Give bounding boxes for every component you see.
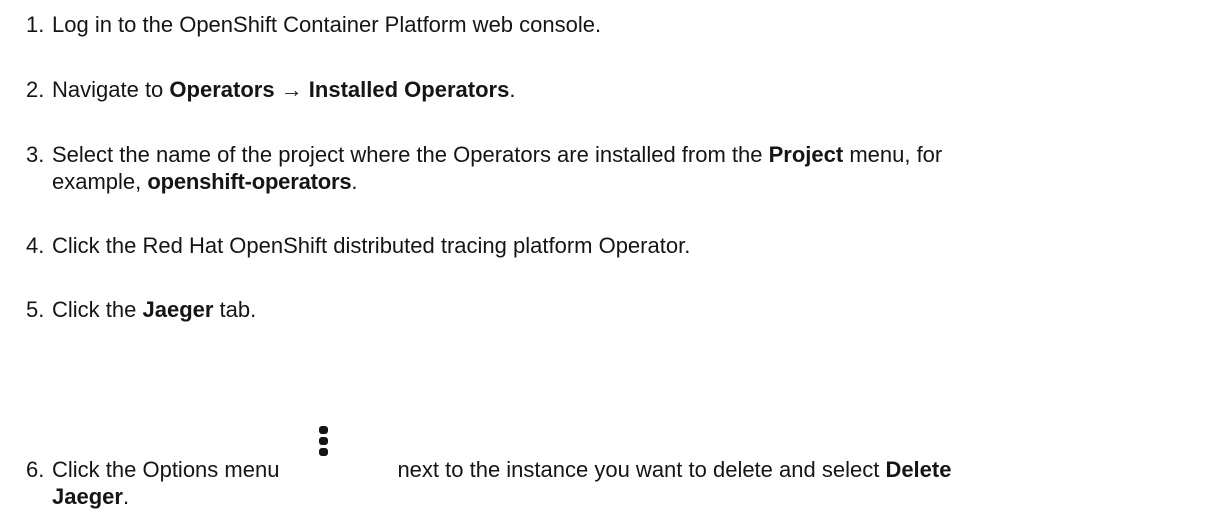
ui-term-jaeger: Jaeger [52, 484, 123, 509]
text-run: Select the name of the project where the… [52, 142, 769, 167]
step-number: 2. [26, 77, 45, 102]
text-run: example, [52, 169, 148, 194]
step-text: Navigate to Operators → Installed Operat… [52, 76, 1186, 103]
step-number: 5. [26, 297, 45, 322]
text-run: Click the [52, 297, 143, 322]
kebab-menu-icon [297, 426, 353, 483]
ui-term-jaeger-tab: Jaeger [142, 297, 214, 322]
step-text: Log in to the OpenShift Container Platfo… [52, 12, 602, 37]
text-run: Navigate to [52, 77, 170, 102]
project-name: openshift-operators [147, 169, 352, 194]
text-run: . [509, 77, 516, 102]
step-text: Click the Red Hat OpenShift distributed … [52, 233, 691, 258]
ui-term-project: Project [768, 142, 844, 167]
ui-term-operators: Operators [169, 77, 275, 102]
arrow-separator: → [274, 77, 309, 102]
text-run: . [122, 484, 130, 509]
text-run: . [351, 169, 358, 194]
text-run: Click the Options menu [52, 457, 280, 482]
step-text: Click the Jaeger tab. [52, 296, 1186, 323]
text-run: menu, for [843, 142, 943, 167]
step-number: 4. [26, 233, 45, 258]
step-number: 3. [26, 142, 45, 167]
step-number: 6. [26, 457, 45, 482]
step-text: Click the Options menu next to the instan… [52, 426, 1186, 510]
step-number: 1. [26, 12, 45, 37]
text-run: tab. [213, 297, 257, 322]
ui-term-delete: Delete [885, 457, 952, 482]
ui-term-installed-operators: Installed Operators [308, 77, 510, 102]
text-run: next to the instance you want to delete … [397, 457, 886, 482]
step-text: Select the name of the project where the… [52, 141, 1186, 195]
